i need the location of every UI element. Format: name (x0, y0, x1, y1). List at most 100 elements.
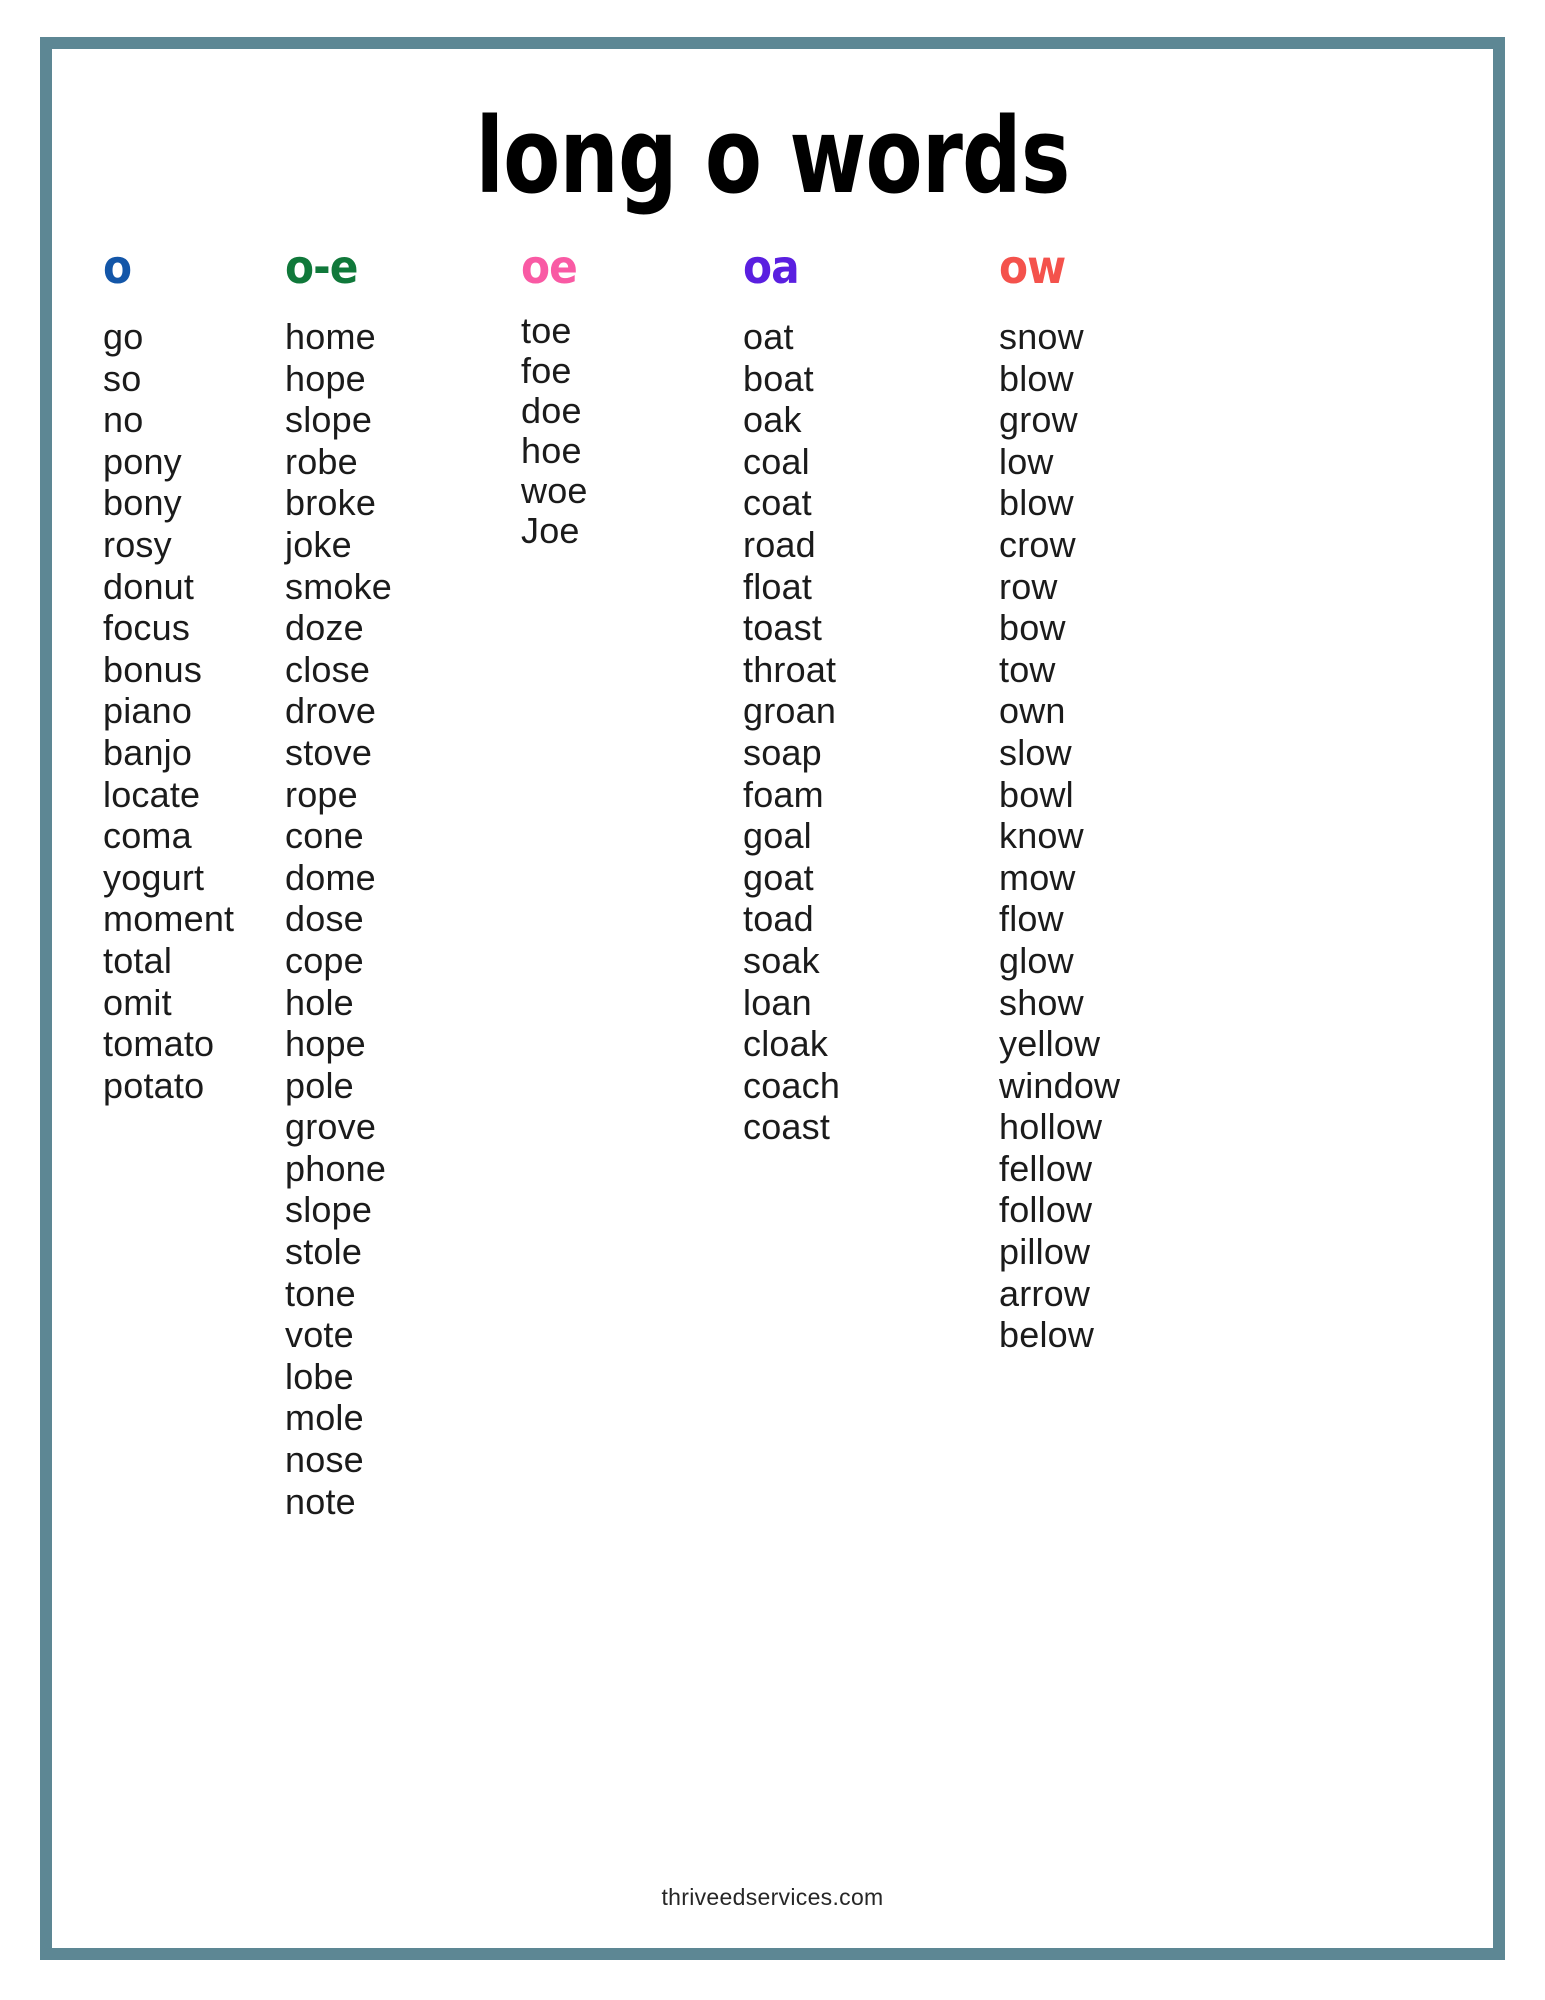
column-header-o-e: o-e (285, 244, 499, 302)
word-item: toe (521, 310, 572, 351)
word-item: window (999, 1064, 1121, 1106)
word-item: coal (743, 440, 810, 482)
word-columns: o go so no pony bony rosy donut focus bo… (63, 244, 1482, 1522)
word-item: omit (103, 981, 172, 1023)
word-item: note (285, 1480, 356, 1522)
word-item: foam (743, 773, 824, 815)
page-title: long o words (475, 95, 1070, 217)
word-item: road (743, 523, 816, 565)
word-item: woe (521, 470, 588, 511)
word-item: donut (103, 565, 195, 607)
word-item: row (999, 565, 1058, 607)
word-item: cone (285, 815, 364, 857)
word-item: slow (999, 731, 1072, 773)
page-border-outer: long o words o go so no pony bony rosy d… (40, 37, 1505, 1960)
word-item: tomato (103, 1023, 215, 1065)
word-item: mow (999, 856, 1076, 898)
word-item: soap (743, 731, 822, 773)
word-item: slope (285, 1189, 373, 1231)
column-header-o-label: o (103, 240, 132, 294)
word-list-o: go so no pony bony rosy donut focus bonu… (103, 316, 277, 1106)
word-list-oe: toe foe doe hoe woe Joe (521, 311, 731, 551)
word-item: loan (743, 981, 812, 1023)
word-item: boat (743, 357, 814, 399)
word-item: tone (285, 1272, 356, 1314)
word-item: cloak (743, 1023, 829, 1065)
word-item: yogurt (103, 856, 205, 898)
word-item: own (999, 690, 1066, 732)
word-item: oak (743, 399, 802, 441)
word-item: moment (103, 898, 235, 940)
word-item: low (999, 440, 1054, 482)
word-item: know (999, 815, 1084, 857)
word-item: show (999, 981, 1084, 1023)
word-item: smoke (285, 565, 393, 607)
word-item: rope (285, 773, 358, 815)
column-header-oe: oe (521, 244, 731, 302)
word-column-o: o go so no pony bony rosy donut focus bo… (89, 244, 277, 1106)
column-header-oa-label: oa (743, 240, 800, 294)
word-item: bonus (103, 648, 203, 690)
word-column-o-e: o-e home hope slope robe broke joke smok… (277, 244, 499, 1522)
word-item: so (103, 357, 142, 399)
word-item: locate (103, 773, 201, 815)
column-header-oe-label: oe (521, 240, 578, 294)
word-item: broke (285, 482, 377, 524)
word-item: hope (285, 357, 366, 399)
word-item: hole (285, 981, 354, 1023)
column-header-o-e-label: o-e (285, 240, 359, 294)
word-item: mole (285, 1397, 364, 1439)
word-item: banjo (103, 731, 193, 773)
word-item: blow (999, 482, 1074, 524)
word-item: drove (285, 690, 377, 732)
word-item: snow (999, 316, 1084, 357)
word-item: goat (743, 856, 814, 898)
word-item: blow (999, 357, 1074, 399)
word-item: float (743, 565, 813, 607)
word-item: focus (103, 607, 191, 649)
word-item: slope (285, 399, 373, 441)
word-column-ow: ow snow blow grow low blow crow row bow … (989, 244, 1251, 1356)
word-item: stove (285, 731, 373, 773)
word-item: grow (999, 399, 1078, 441)
word-item: bow (999, 607, 1066, 649)
word-item: nose (285, 1439, 364, 1481)
word-item: coast (743, 1106, 831, 1148)
word-item: close (285, 648, 371, 690)
word-item: goal (743, 815, 812, 857)
word-item: crow (999, 523, 1076, 565)
word-item: go (103, 316, 144, 357)
word-item: doe (521, 390, 582, 431)
page-content-area: long o words o go so no pony bony rosy d… (60, 57, 1485, 1940)
word-item: cope (285, 939, 364, 981)
word-item: below (999, 1314, 1095, 1356)
word-item: arrow (999, 1272, 1091, 1314)
word-item: grove (285, 1106, 377, 1148)
word-item: lobe (285, 1355, 354, 1397)
word-item: coma (103, 815, 192, 857)
word-column-oe: oe toe foe doe hoe woe Joe (499, 244, 731, 551)
word-item: Joe (521, 510, 580, 551)
word-item: potato (103, 1064, 205, 1106)
word-item: fellow (999, 1147, 1093, 1189)
word-item: groan (743, 690, 837, 732)
word-list-o-e: home hope slope robe broke joke smoke do… (285, 316, 499, 1522)
word-item: glow (999, 939, 1074, 981)
word-item: hope (285, 1023, 366, 1065)
word-item: coach (743, 1064, 841, 1106)
column-header-o: o (103, 244, 277, 302)
word-item: bony (103, 482, 182, 524)
word-item: coat (743, 482, 812, 524)
word-item: phone (285, 1147, 387, 1189)
worksheet-page: long o words o go so no pony bony rosy d… (0, 0, 1545, 2000)
word-item: tow (999, 648, 1056, 690)
word-item: yellow (999, 1023, 1101, 1065)
word-item: vote (285, 1314, 354, 1356)
word-item: throat (743, 648, 837, 690)
column-header-ow-label: ow (999, 240, 1066, 294)
word-column-oa: oa oat boat oak coal coat road float toa… (731, 244, 989, 1148)
word-item: home (285, 316, 376, 357)
word-item: toad (743, 898, 814, 940)
word-list-oa: oat boat oak coal coat road float toast … (743, 316, 989, 1148)
word-item: pillow (999, 1231, 1091, 1273)
